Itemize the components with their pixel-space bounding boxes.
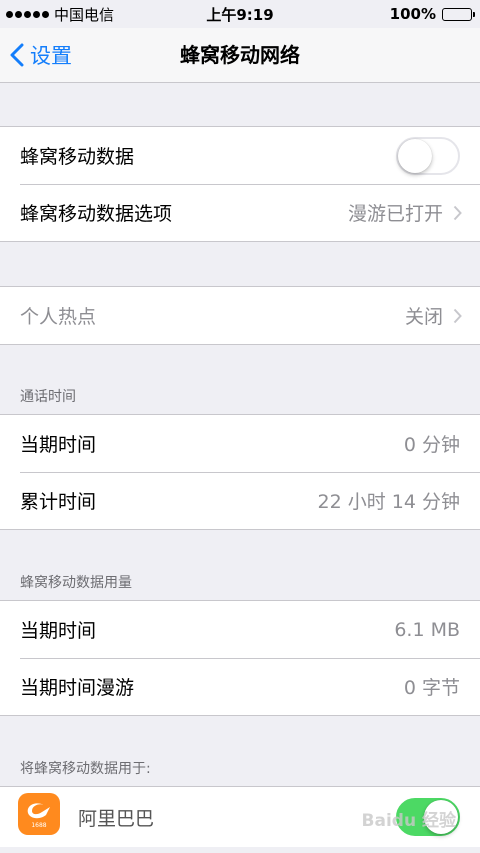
cellular-data-options-value: 漫游已打开 — [347, 203, 443, 225]
personal-hotspot-value: 关闭 — [404, 306, 443, 328]
usage-roaming-row: 当期时间漫游 0 字节 — [0, 658, 480, 715]
current-period-label: 当期时间 — [20, 434, 97, 456]
baidu-watermark: Baidu 经验 — [361, 811, 456, 831]
personal-hotspot-label: 个人热点 — [20, 306, 97, 328]
data-usage-header: 蜂窝移动数据用量 — [20, 575, 132, 591]
use-cellular-for-header: 将蜂窝移动数据用于: — [20, 761, 151, 777]
cellular-data-options-row[interactable]: 蜂窝移动数据选项 漫游已打开 — [0, 184, 480, 241]
current-period-row: 当期时间 0 分钟 — [0, 415, 480, 472]
alibaba-logo-icon — [27, 803, 50, 819]
usage-current-value: 6.1 MB — [394, 618, 460, 641]
back-button[interactable]: 设置 — [10, 28, 72, 82]
battery-icon — [442, 7, 475, 21]
cellular-data-row: 蜂窝移动数据 — [0, 127, 480, 184]
back-button-label: 设置 — [30, 44, 72, 68]
chevron-right-icon — [453, 308, 462, 323]
data-usage-group: 当期时间 6.1 MB 当期时间漫游 0 字节 — [0, 600, 480, 716]
cellular-data-options-label: 蜂窝移动数据选项 — [20, 203, 173, 225]
battery-info: 100% — [389, 5, 475, 23]
chevron-left-icon — [10, 43, 24, 67]
personal-hotspot-row[interactable]: 个人热点 关闭 — [0, 287, 480, 344]
hotspot-group: 个人热点 关闭 — [0, 286, 480, 345]
usage-current-row: 当期时间 6.1 MB — [0, 601, 480, 658]
lifetime-value: 22 小时 14 分钟 — [317, 491, 460, 513]
lifetime-label: 累计时间 — [20, 491, 97, 513]
alibaba-app-icon: 1688 — [18, 793, 60, 835]
lifetime-row: 累计时间 22 小时 14 分钟 — [0, 472, 480, 529]
cellular-data-toggle[interactable] — [396, 136, 460, 175]
toggle-knob — [398, 138, 432, 173]
call-time-group: 当期时间 0 分钟 累计时间 22 小时 14 分钟 — [0, 414, 480, 530]
call-time-header: 通话时间 — [20, 389, 76, 405]
status-bar: 中国电信 上午9:19 100% — [0, 0, 480, 28]
alibaba-icon-caption: 1688 — [31, 822, 47, 829]
cellular-data-label: 蜂窝移动数据 — [20, 146, 135, 168]
chevron-right-icon — [453, 205, 462, 220]
app-name: 阿里巴巴 — [78, 807, 155, 830]
usage-roaming-label: 当期时间漫游 — [20, 677, 135, 699]
battery-percent: 100% — [389, 5, 436, 23]
page-title: 蜂窝移动网络 — [180, 43, 300, 67]
cellular-data-options-value-wrap: 漫游已打开 — [348, 199, 462, 226]
personal-hotspot-value-wrap: 关闭 — [405, 302, 462, 329]
current-period-value: 0 分钟 — [403, 434, 460, 456]
navigation-bar: 蜂窝移动网络 设置 — [0, 28, 480, 83]
usage-current-label: 当期时间 — [20, 620, 97, 642]
usage-roaming-value: 0 字节 — [403, 677, 460, 699]
cellular-settings-group: 蜂窝移动数据 蜂窝移动数据选项 漫游已打开 — [0, 126, 480, 242]
